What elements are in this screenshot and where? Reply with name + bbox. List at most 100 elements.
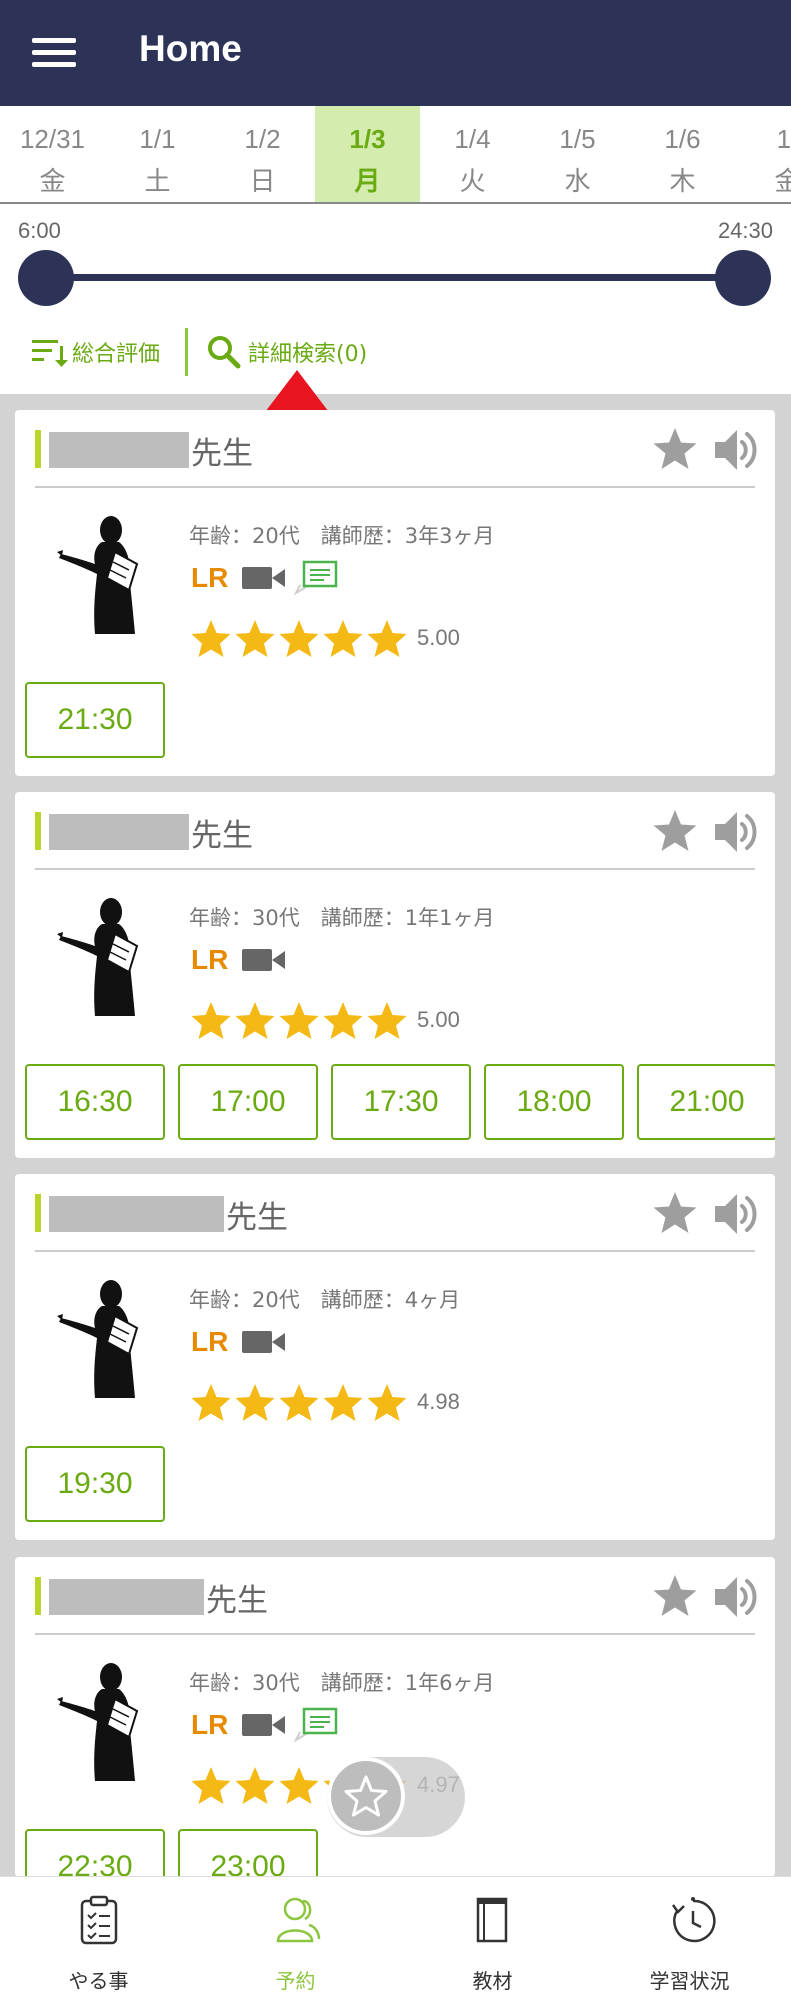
lesson-type-badges: LR <box>191 1707 340 1743</box>
date-tab[interactable]: 1/4 火 <box>420 106 525 202</box>
filter-panel: 6:00 24:30 総合評価 詳細検索(0) <box>0 204 791 394</box>
nav-item-todo[interactable]: やる事 <box>0 1877 197 2001</box>
teacher-silhouette-avatar <box>57 898 139 1016</box>
rating-star-icon <box>191 620 231 657</box>
rating-stars: 5.00 <box>189 1000 460 1040</box>
sort-label: 総合評価 <box>72 342 161 367</box>
teacher-profile-meta: 年齢：30代 講師歴：1年6ヶ月 <box>189 1671 495 1695</box>
rating-value: 4.98 <box>417 1389 460 1414</box>
favorite-star-icon[interactable] <box>651 1573 699 1619</box>
teacher-card[interactable]: 先生 年齢：20代 講師歴：3年3ヶ月 LR 5.00 21:30 <box>15 410 775 776</box>
time-slot-button[interactable]: 21:00 <box>637 1064 775 1140</box>
video-camera-icon <box>242 949 286 971</box>
rating-star-icon <box>323 1384 363 1421</box>
rating-star-icon <box>191 1384 231 1421</box>
rating-star-icon <box>191 1002 231 1039</box>
rating-star-icon <box>279 1002 319 1039</box>
date-tab[interactable]: 1/金 <box>735 106 791 202</box>
rating-star-icon <box>367 1002 407 1039</box>
time-slot-button[interactable]: 23:00 <box>178 1829 318 1877</box>
teacher-profile-meta: 年齢：30代 講師歴：1年1ヶ月 <box>189 906 495 930</box>
date-tab[interactable]: 1/2 日 <box>210 106 315 202</box>
nav-item-progress[interactable]: 学習状況 <box>591 1877 788 2001</box>
teacher-name-redacted <box>49 814 189 850</box>
detail-search-label: 詳細検索(0) <box>248 342 368 367</box>
rating-star-icon <box>279 620 319 657</box>
lr-badge: LR <box>191 944 229 975</box>
teacher-card[interactable]: 先生 年齢：20代 講師歴：4ヶ月 LR 4.98 19:30 <box>15 1174 775 1540</box>
detail-search-button[interactable]: 詳細検索(0) <box>206 332 367 372</box>
card-divider <box>35 486 755 488</box>
time-slot-button[interactable]: 16:30 <box>25 1064 165 1140</box>
time-slots: 19:30 <box>25 1446 775 1526</box>
lesson-type-badges: LR <box>191 1324 286 1360</box>
speaker-icon[interactable] <box>711 1573 761 1621</box>
teacher-name-suffix: 先生 <box>191 436 253 472</box>
date-tab[interactable]: 1/6 木 <box>630 106 735 202</box>
rating-stars: 4.98 <box>189 1382 460 1422</box>
bottom-navigation: やる事 予約 教材 学習状況 <box>0 1876 791 2001</box>
video-camera-icon <box>242 567 286 589</box>
lr-badge: LR <box>191 1709 229 1740</box>
name-accent-bar <box>35 1577 41 1615</box>
sort-button[interactable]: 総合評価 <box>30 332 160 372</box>
video-camera-icon <box>242 1714 286 1736</box>
speaker-icon[interactable] <box>711 1190 761 1238</box>
rating-star-icon <box>323 620 363 657</box>
floating-favorite-button[interactable] <box>327 1757 405 1835</box>
teacher-profile-meta: 年齢：20代 講師歴：4ヶ月 <box>189 1288 461 1312</box>
clock-progress-icon <box>671 1897 716 1943</box>
date-tab-selected[interactable]: 1/3 月 <box>315 106 420 202</box>
floating-favorite-toggle[interactable] <box>327 1757 465 1837</box>
time-slider-track[interactable] <box>46 274 746 281</box>
rating-value: 5.00 <box>417 625 460 650</box>
teacher-profile-meta: 年齢：20代 講師歴：3年3ヶ月 <box>189 524 495 548</box>
teacher-card[interactable]: 先生 年齢：30代 講師歴：1年1ヶ月 LR 5.00 16:30 17:00 … <box>15 792 775 1158</box>
teacher-name-suffix: 先生 <box>206 1583 268 1619</box>
app-header: Home <box>0 0 791 106</box>
time-end-label: 24:30 <box>717 218 773 243</box>
favorite-star-icon[interactable] <box>651 426 699 472</box>
divider <box>185 328 188 376</box>
speaker-icon[interactable] <box>711 426 761 474</box>
chat-icon <box>294 560 338 596</box>
rating-stars: 5.00 <box>189 618 460 658</box>
name-accent-bar <box>35 1194 41 1232</box>
card-divider <box>35 1250 755 1252</box>
lr-badge: LR <box>191 1326 229 1357</box>
card-divider <box>35 1633 755 1635</box>
rating-star-icon <box>235 1384 275 1421</box>
people-icon <box>276 1897 321 1943</box>
rating-star-icon <box>367 1384 407 1421</box>
name-accent-bar <box>35 812 41 850</box>
rating-star-icon <box>235 1002 275 1039</box>
card-divider <box>35 868 755 870</box>
time-slot-button[interactable]: 17:00 <box>178 1064 318 1140</box>
time-slot-button[interactable]: 19:30 <box>25 1446 165 1522</box>
time-start-label: 6:00 <box>18 218 61 243</box>
time-slot-button[interactable]: 22:30 <box>25 1829 165 1877</box>
time-slot-button[interactable]: 18:00 <box>484 1064 624 1140</box>
date-tab[interactable]: 1/1 土 <box>105 106 210 202</box>
lesson-type-badges: LR <box>191 942 286 978</box>
speaker-icon[interactable] <box>711 808 761 856</box>
lr-badge: LR <box>191 562 229 593</box>
teacher-silhouette-avatar <box>57 1280 139 1398</box>
rating-star-icon <box>367 620 407 657</box>
date-tab[interactable]: 12/31 金 <box>0 106 105 202</box>
menu-icon[interactable] <box>32 38 76 68</box>
name-accent-bar <box>35 430 41 468</box>
nav-item-materials[interactable]: 教材 <box>394 1877 591 2001</box>
time-slots: 16:30 17:00 17:30 18:00 21:00 <box>25 1064 775 1144</box>
video-camera-icon <box>242 1331 286 1353</box>
nav-item-reservation[interactable]: 予約 <box>197 1877 394 2001</box>
time-slot-button[interactable]: 17:30 <box>331 1064 471 1140</box>
search-icon <box>208 336 241 369</box>
time-slider-start-handle[interactable] <box>18 250 74 306</box>
time-slot-button[interactable]: 21:30 <box>25 682 165 758</box>
date-tab[interactable]: 1/5 水 <box>525 106 630 202</box>
rating-star-icon <box>323 1002 363 1039</box>
time-slider-end-handle[interactable] <box>715 250 771 306</box>
favorite-star-icon[interactable] <box>651 808 699 854</box>
favorite-star-icon[interactable] <box>651 1190 699 1236</box>
